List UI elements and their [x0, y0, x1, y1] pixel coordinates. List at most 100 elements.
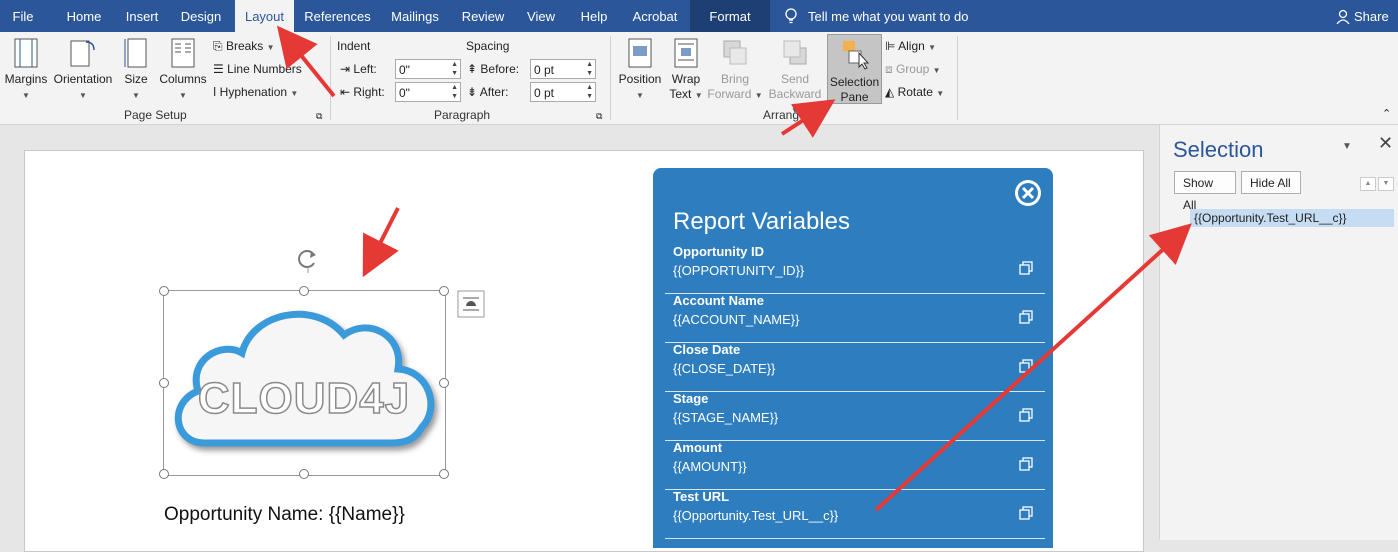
- variable-label: Opportunity ID: [673, 244, 764, 259]
- group-button[interactable]: ⧈ Group ▼: [885, 61, 941, 79]
- tab-review[interactable]: Review: [457, 0, 509, 32]
- copy-icon[interactable]: [1019, 310, 1033, 324]
- copy-icon[interactable]: [1019, 506, 1033, 520]
- send-backward-arrow-icon[interactable]: ▼: [1378, 177, 1394, 191]
- variable-value: {{ACCOUNT_NAME}}: [673, 312, 800, 327]
- spin-arrows-icon[interactable]: ▲ ▼: [451, 83, 458, 101]
- margins-label: Margins: [4, 72, 48, 86]
- resize-handle[interactable]: [159, 286, 169, 296]
- variable-label: Amount: [673, 440, 723, 455]
- tab-help[interactable]: Help: [573, 0, 615, 32]
- resize-handle[interactable]: [159, 469, 169, 479]
- show-all-button[interactable]: Show All: [1174, 171, 1236, 212]
- report-variables-title: Report Variables: [673, 208, 850, 235]
- send-backward-button[interactable]: Send Backward ▼: [764, 38, 826, 118]
- logo-image[interactable]: CLOUD4J: [159, 286, 449, 479]
- resize-handle[interactable]: [439, 286, 449, 296]
- share-button[interactable]: Share: [1336, 0, 1389, 32]
- report-variable-row: Stage {{STAGE_NAME}}: [665, 391, 1045, 441]
- breaks-button[interactable]: ⎘ Breaks ▼: [213, 38, 275, 56]
- resize-handle[interactable]: [439, 378, 449, 388]
- group-label: Group: [895, 62, 930, 76]
- spacing-before-input[interactable]: 0 pt ▲ ▼: [530, 59, 596, 79]
- tab-insert[interactable]: Insert: [118, 0, 166, 32]
- resize-handle[interactable]: [159, 378, 169, 388]
- copy-icon[interactable]: [1019, 408, 1033, 422]
- spin-arrows-icon[interactable]: ▲ ▼: [451, 60, 458, 78]
- spin-arrows-icon[interactable]: ▲ ▼: [586, 83, 593, 101]
- size-button[interactable]: Size ▼: [118, 38, 154, 103]
- report-variables-panel: Report Variables Opportunity ID {{OPPORTU…: [653, 168, 1053, 548]
- line-numbers-icon: ☰: [213, 62, 228, 76]
- breaks-icon: ⎘: [213, 39, 226, 53]
- spacing-after-input[interactable]: 0 pt ▲ ▼: [530, 82, 596, 102]
- columns-icon: [171, 38, 195, 68]
- resize-handle[interactable]: [299, 286, 309, 296]
- hide-all-button[interactable]: Hide All: [1241, 171, 1301, 194]
- copy-icon[interactable]: [1019, 261, 1033, 275]
- indent-left-input[interactable]: 0" ▲ ▼: [395, 59, 461, 79]
- copy-icon[interactable]: [1019, 359, 1033, 373]
- margins-button[interactable]: Margins ▼: [4, 38, 48, 103]
- dialog-launcher-icon[interactable]: ⧉: [316, 108, 322, 124]
- spacing-label: Spacing: [466, 39, 510, 53]
- align-label: Align: [898, 39, 925, 53]
- report-variable-row: Opportunity ID {{OPPORTUNITY_ID}}: [665, 244, 1045, 294]
- position-label: Position: [618, 72, 662, 86]
- send-backward-label-1: Send: [780, 72, 810, 86]
- tab-file[interactable]: File: [0, 0, 46, 32]
- close-icon[interactable]: [1013, 178, 1043, 208]
- align-button[interactable]: ⊫ Align ▼: [885, 38, 936, 56]
- breaks-label: Breaks: [225, 39, 264, 53]
- tab-layout[interactable]: Layout: [235, 0, 294, 32]
- copy-icon[interactable]: [1019, 457, 1033, 471]
- indent-right-input[interactable]: 0" ▲ ▼: [395, 82, 461, 102]
- selection-pane-button[interactable]: Selection Pane: [827, 34, 882, 104]
- size-label: Size: [124, 72, 148, 86]
- rotate-handle-icon[interactable]: [294, 245, 322, 273]
- pane-options-icon[interactable]: ▼: [1342, 139, 1352, 155]
- tab-design[interactable]: Design: [175, 0, 227, 32]
- opportunity-name-text: Opportunity Name: {{Name}}: [164, 504, 405, 525]
- report-variable-row: Account Name {{ACCOUNT_NAME}}: [665, 293, 1045, 343]
- line-numbers-button[interactable]: ☰ Line Numbers: [213, 61, 302, 77]
- spacing-before-label: ⇞ Before:: [467, 62, 520, 76]
- ribbon: Margins ▼ Orientation ▼ Size ▼ Columns ▼ ⎘ B…: [0, 32, 1398, 125]
- tell-me-search[interactable]: Tell me what you want to do: [784, 0, 968, 32]
- tab-format[interactable]: Format: [690, 0, 770, 32]
- margins-icon: [14, 38, 38, 68]
- bring-forward-label-2: Forward: [707, 87, 752, 101]
- rotate-icon: ◭: [885, 85, 898, 99]
- columns-button[interactable]: Columns ▼: [156, 38, 210, 103]
- bring-forward-icon: [723, 40, 747, 65]
- position-button[interactable]: Position ▼: [617, 38, 663, 103]
- ribbon-tab-bar: File Home Insert Design Layout Reference…: [0, 0, 1398, 32]
- close-pane-icon[interactable]: ✕: [1378, 134, 1393, 152]
- chevron-down-icon: ▼: [79, 91, 87, 100]
- tab-acrobat[interactable]: Acrobat: [624, 0, 686, 32]
- bring-forward-arrow-icon[interactable]: ▲: [1360, 177, 1376, 191]
- variable-value: {{STAGE_NAME}}: [673, 410, 779, 425]
- resize-handle[interactable]: [439, 469, 449, 479]
- hyphenation-button[interactable]: ⅼ Hyphenation ▼: [213, 84, 298, 102]
- selection-item[interactable]: {{Opportunity.Test_URL__c}}: [1190, 209, 1394, 227]
- selection-pane: Selection ▼ ✕ Show All Hide All ▲ ▼ {{Op…: [1159, 125, 1398, 540]
- spin-arrows-icon[interactable]: ▲ ▼: [586, 60, 593, 78]
- group-divider: [610, 36, 611, 120]
- chevron-down-icon: ▼: [936, 89, 945, 98]
- orientation-button[interactable]: Orientation ▼: [52, 38, 114, 103]
- tab-home[interactable]: Home: [58, 0, 110, 32]
- collapse-ribbon-icon[interactable]: ⌃: [1382, 106, 1391, 122]
- lightbulb-icon: [785, 8, 797, 24]
- tell-me-label: Tell me what you want to do: [808, 9, 969, 24]
- tab-mailings[interactable]: Mailings: [385, 0, 445, 32]
- bring-forward-button[interactable]: Bring Forward ▼: [706, 38, 764, 103]
- rotate-button[interactable]: ◭ Rotate ▼: [885, 84, 944, 102]
- layout-options-icon[interactable]: [457, 290, 485, 318]
- tab-references[interactable]: References: [301, 0, 374, 32]
- dialog-launcher-icon[interactable]: ⧉: [596, 108, 602, 124]
- tab-view[interactable]: View: [520, 0, 562, 32]
- wrap-text-button[interactable]: Wrap Text ▼: [666, 38, 706, 103]
- resize-handle[interactable]: [299, 469, 309, 479]
- wrap-text-icon: [674, 38, 698, 68]
